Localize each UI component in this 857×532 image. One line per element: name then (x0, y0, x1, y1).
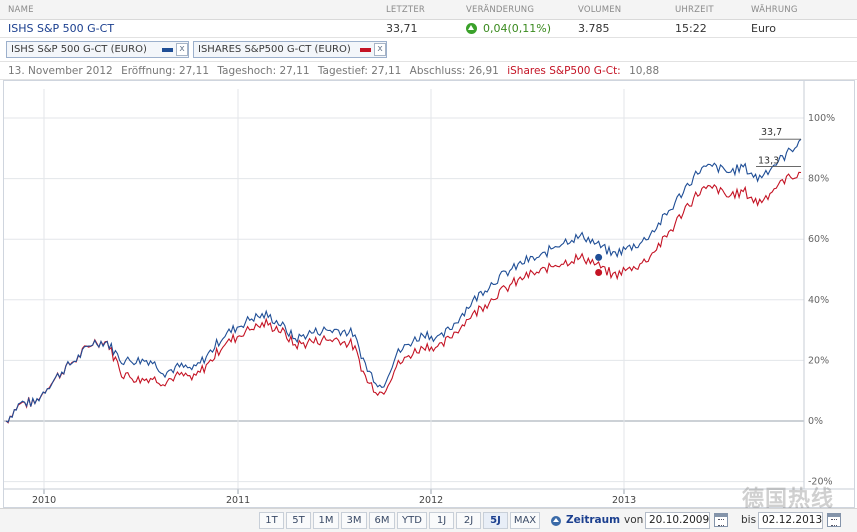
info-line: 13. November 2012 Eröffnung: 27,11 Tages… (0, 62, 857, 80)
tag-label: ISHARES S&P500 G-CT (EURO) (198, 44, 351, 55)
series-line-0 (5, 138, 802, 423)
col-change-header: VERÄNDERUNG (466, 5, 535, 15)
y-tick-label: 20% (808, 355, 829, 366)
range-button-1m[interactable]: 1M (313, 512, 339, 529)
info-high: Tageshoch: 27,11 (217, 65, 310, 77)
calendar-icon[interactable] (714, 513, 728, 527)
tag-label: ISHS S&P 500 G-CT (EURO) (11, 44, 147, 55)
price-chart[interactable]: 100% 80% 60% 40% 20% 0% -20% 2010 2011 2012 2013 33… (3, 80, 855, 508)
to-date-input[interactable]: 02.12.2013 (758, 512, 823, 529)
info-compare-label: iShares S&P500 G-Ct: (507, 65, 621, 77)
range-button-2j[interactable]: 2J (456, 512, 481, 529)
x-tick-label: 2011 (226, 495, 250, 506)
y-tick-label: 40% (808, 295, 829, 306)
info-close: Abschluss: 26,91 (409, 65, 499, 77)
close-icon[interactable]: x (374, 43, 386, 56)
x-tick-label: 2012 (419, 495, 443, 506)
calendar-icon[interactable] (827, 513, 841, 527)
col-name-header: NAME (8, 5, 34, 15)
quote-name[interactable]: ISHS S&P 500 G-CT (8, 22, 114, 35)
quote-last: 33,71 (386, 22, 418, 35)
info-low: Tagestief: 27,11 (317, 65, 402, 77)
chart-svg[interactable]: 100%80%60%40%20%0%-20%2010 2011 2012 201333… (4, 81, 854, 507)
series-line-1 (5, 171, 802, 424)
series-color-swatch (162, 48, 173, 52)
range-button-5t[interactable]: 5T (286, 512, 311, 529)
series-end-label: 33,7 (761, 127, 782, 138)
range-button-5j[interactable]: 5J (483, 512, 508, 529)
y-tick-label: 100% (808, 113, 835, 124)
range-button-ytd[interactable]: YTD (397, 512, 427, 529)
close-icon[interactable]: x (176, 43, 188, 56)
range-button-6m[interactable]: 6M (369, 512, 395, 529)
table-header: NAME LETZTER VERÄNDERUNG VOLUMEN UHRZEIT… (0, 0, 857, 20)
series-marker (595, 253, 603, 261)
col-time-header: UHRZEIT (675, 5, 714, 15)
series-end-label: 13,3 (758, 156, 779, 167)
info-open: Eröffnung: 27,11 (121, 65, 210, 77)
col-volume-header: VOLUMEN (578, 5, 622, 15)
from-date-input[interactable]: 20.10.2009 (645, 512, 710, 529)
from-label: von (624, 514, 644, 526)
quote-currency: Euro (751, 22, 776, 35)
period-label: Zeitraum (566, 514, 621, 526)
info-date: 13. November 2012 (8, 65, 113, 77)
x-tick-label: 2010 (32, 495, 56, 506)
range-button-3m[interactable]: 3M (341, 512, 367, 529)
quote-change: 0,04(0,11%) (483, 22, 552, 35)
up-arrow-icon (466, 23, 477, 34)
y-tick-label: 60% (808, 234, 829, 245)
y-tick-label: 80% (808, 174, 829, 185)
y-tick-label: 0% (808, 416, 823, 427)
range-toolbar: 1T 5T 1M 3M 6M YTD 1J 2J 5J MAX Zeitraum… (0, 508, 857, 532)
range-button-1t[interactable]: 1T (259, 512, 284, 529)
tag-ishares-sp500[interactable]: ISHARES S&P500 G-CT (EURO) x (193, 41, 387, 58)
comparison-tags: ISHS S&P 500 G-CT (EURO) x ISHARES S&P50… (0, 38, 857, 62)
range-button-max[interactable]: MAX (510, 512, 540, 529)
quote-volume: 3.785 (578, 22, 610, 35)
collapse-icon[interactable] (551, 516, 561, 526)
to-label: bis (741, 514, 757, 526)
quote-time: 15:22 (675, 22, 707, 35)
info-compare-value: 10,88 (629, 65, 660, 77)
series-marker (595, 269, 603, 277)
quote-row[interactable]: ISHS S&P 500 G-CT 33,71 0,04(0,11%) 3.78… (0, 20, 857, 38)
series-color-swatch (360, 48, 371, 52)
col-last-header: LETZTER (386, 5, 425, 15)
col-currency-header: WÄHRUNG (751, 5, 798, 15)
tag-ishs-sp500[interactable]: ISHS S&P 500 G-CT (EURO) x (6, 41, 189, 58)
x-tick-label: 2013 (612, 495, 636, 506)
range-button-1j[interactable]: 1J (429, 512, 454, 529)
